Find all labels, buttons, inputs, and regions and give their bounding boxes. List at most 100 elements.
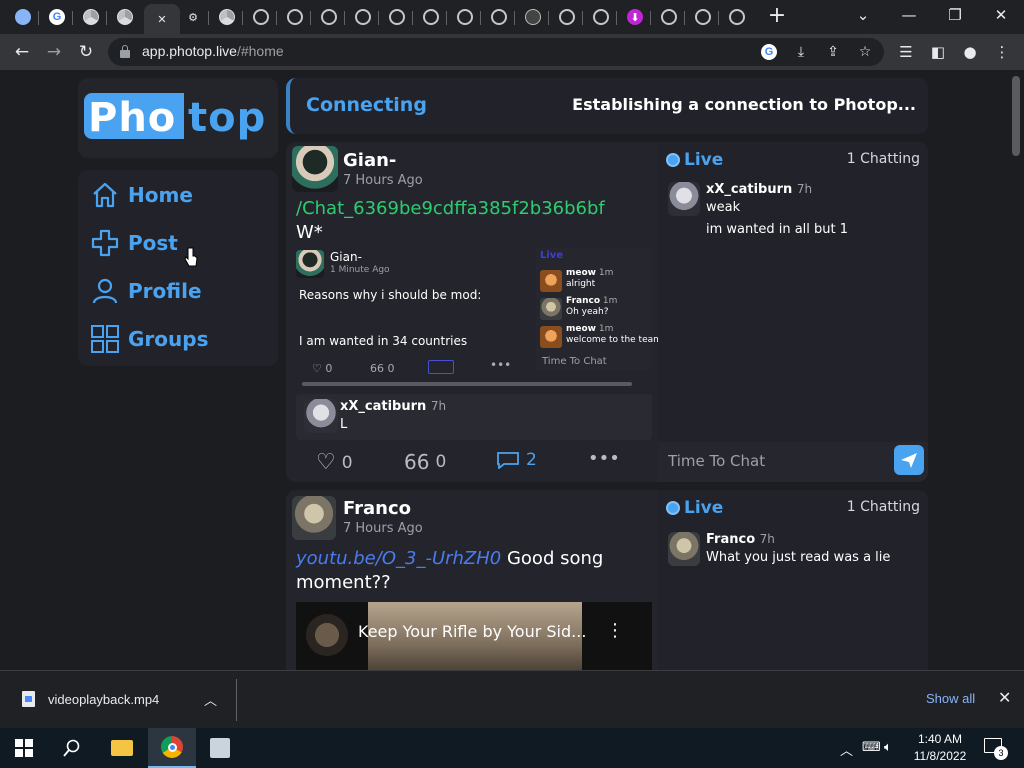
window-close-button[interactable]: ✕ bbox=[986, 2, 1016, 28]
tab[interactable] bbox=[722, 5, 752, 29]
side-panel-icon[interactable]: ◧ bbox=[928, 42, 948, 62]
scrollbar-thumb[interactable] bbox=[1012, 76, 1020, 156]
embedded-screenshot[interactable]: Gian- 1 Minute Ago Reasons why i should … bbox=[296, 248, 662, 390]
tab[interactable] bbox=[484, 5, 515, 29]
tab[interactable] bbox=[688, 5, 719, 29]
app-taskbar-button[interactable] bbox=[196, 728, 244, 768]
page-scrollbar[interactable] bbox=[1008, 70, 1024, 670]
tab[interactable] bbox=[416, 5, 447, 29]
tab[interactable]: ⚙ bbox=[178, 5, 209, 29]
tab[interactable] bbox=[8, 5, 39, 29]
tab[interactable] bbox=[212, 5, 243, 29]
youtube-embed[interactable]: Keep Your Rifle by Your Sid... ⋮ bbox=[296, 602, 652, 670]
avatar[interactable] bbox=[668, 532, 700, 566]
quote-count: 0 bbox=[435, 452, 447, 472]
chat-time: 7h bbox=[759, 532, 775, 546]
chevron-up-icon[interactable]: ︿ bbox=[204, 690, 217, 709]
tab[interactable] bbox=[518, 5, 549, 29]
url-text[interactable]: app.photop.live/#home bbox=[142, 43, 284, 59]
sidebar-item-profile[interactable]: Profile bbox=[78, 268, 278, 314]
quote-icon: 66 bbox=[370, 362, 384, 375]
tab-active[interactable]: ✕ bbox=[144, 4, 180, 34]
tab[interactable] bbox=[450, 5, 481, 29]
forward-button[interactable]: → bbox=[42, 40, 66, 64]
url-host: app.photop.live bbox=[142, 43, 237, 59]
bookmark-star-icon[interactable]: ☆ bbox=[856, 43, 874, 61]
close-download-bar-icon[interactable]: ✕ bbox=[998, 688, 1011, 707]
tab[interactable] bbox=[586, 5, 617, 29]
tab[interactable]: ⬇ bbox=[620, 5, 651, 29]
video-title[interactable]: Keep Your Rifle by Your Sid... bbox=[358, 622, 586, 641]
tab[interactable] bbox=[552, 5, 583, 29]
avatar[interactable] bbox=[292, 496, 336, 540]
embed-chat-time: 1m bbox=[598, 268, 614, 278]
file-explorer-button[interactable] bbox=[98, 728, 146, 768]
lock-icon[interactable] bbox=[120, 45, 130, 58]
close-icon[interactable]: ✕ bbox=[154, 11, 170, 27]
comment-count: 2 bbox=[526, 450, 537, 470]
quote-icon: 66 bbox=[404, 450, 430, 474]
show-all-button[interactable]: Show all bbox=[926, 691, 975, 706]
windows-logo-icon bbox=[15, 739, 33, 757]
chat-input[interactable]: Time To Chat bbox=[668, 452, 765, 470]
photop-logo[interactable]: Pho top bbox=[78, 78, 278, 158]
post-youtube-link[interactable]: youtu.be/O_3_-UrhZH0 bbox=[296, 548, 501, 569]
chat-author[interactable]: xX_catiburn bbox=[706, 182, 792, 197]
tab[interactable]: G bbox=[42, 5, 73, 29]
channel-avatar[interactable] bbox=[306, 614, 348, 656]
comment-button[interactable]: 2 bbox=[496, 450, 537, 470]
embed-comment-icon bbox=[428, 360, 454, 374]
tab[interactable] bbox=[76, 5, 107, 29]
post-author[interactable]: Gian- bbox=[343, 150, 396, 171]
tray-chevron-icon[interactable]: ︿ bbox=[840, 740, 853, 759]
notification-button[interactable]: 3 bbox=[984, 738, 1008, 760]
tab[interactable] bbox=[348, 5, 379, 29]
volume-icon[interactable]: 🔈︎ bbox=[884, 740, 892, 755]
post-chat-link[interactable]: /Chat_6369be9cdffa385f2b36b6bf bbox=[296, 198, 605, 219]
avatar[interactable] bbox=[292, 146, 338, 192]
profile-icon[interactable]: ● bbox=[960, 42, 980, 62]
sidebar-item-groups[interactable]: Groups bbox=[78, 316, 278, 362]
share-icon[interactable]: ⇪ bbox=[824, 43, 842, 61]
address-bar[interactable]: app.photop.live/#home G ⤓ ⇪ ☆ bbox=[108, 38, 884, 66]
avatar[interactable] bbox=[668, 182, 700, 216]
chrome-taskbar-button[interactable] bbox=[148, 728, 196, 768]
start-button[interactable] bbox=[0, 728, 48, 768]
sidebar-item-home[interactable]: Home bbox=[78, 172, 278, 218]
search-button[interactable] bbox=[48, 728, 96, 768]
tab[interactable] bbox=[246, 5, 277, 29]
restore-button[interactable]: ❐ bbox=[940, 2, 970, 28]
back-button[interactable]: ← bbox=[10, 40, 34, 64]
gear-icon: ⚙ bbox=[188, 10, 198, 24]
tab[interactable] bbox=[280, 5, 311, 29]
new-tab-button[interactable]: + bbox=[766, 5, 788, 28]
reply-preview[interactable]: xX_catiburn 7h L bbox=[296, 394, 652, 440]
send-button[interactable] bbox=[894, 445, 924, 475]
install-app-icon[interactable]: ⤓ bbox=[792, 43, 810, 61]
tab[interactable] bbox=[110, 5, 140, 29]
like-button[interactable]: ♡ 0 bbox=[316, 450, 353, 475]
live-dot-icon bbox=[666, 153, 680, 167]
tab-search-chevron-icon[interactable]: ⌄ bbox=[848, 2, 878, 28]
tab[interactable] bbox=[654, 5, 685, 29]
tab[interactable] bbox=[314, 5, 345, 29]
download-app-icon: ⬇ bbox=[627, 9, 643, 25]
tab[interactable] bbox=[382, 5, 413, 29]
quote-button[interactable]: 66 0 bbox=[404, 450, 446, 474]
reading-list-icon[interactable]: ☰ bbox=[896, 42, 916, 62]
clock[interactable]: 1:40 AM 11/8/2022 bbox=[900, 731, 980, 765]
video-menu-icon[interactable]: ⋮ bbox=[606, 620, 624, 641]
more-options-icon[interactable]: ••• bbox=[588, 448, 620, 469]
embed-time: 1 Minute Ago bbox=[330, 265, 390, 275]
menu-kebab-icon[interactable]: ⋮ bbox=[992, 42, 1012, 62]
sidebar-nav: Home Post Profile Groups bbox=[78, 170, 278, 366]
sidebar-item-post[interactable]: Post bbox=[78, 220, 278, 266]
reload-button[interactable]: ↻ bbox=[74, 40, 98, 64]
chat-author[interactable]: Franco bbox=[706, 532, 755, 547]
minimize-button[interactable]: — bbox=[894, 2, 924, 28]
live-indicator: Live bbox=[666, 498, 723, 518]
download-filename[interactable]: videoplayback.mp4 bbox=[48, 692, 159, 707]
network-icon[interactable]: ⌨ bbox=[862, 740, 881, 755]
post-author[interactable]: Franco bbox=[343, 498, 411, 519]
google-lens-icon[interactable]: G bbox=[760, 43, 778, 61]
